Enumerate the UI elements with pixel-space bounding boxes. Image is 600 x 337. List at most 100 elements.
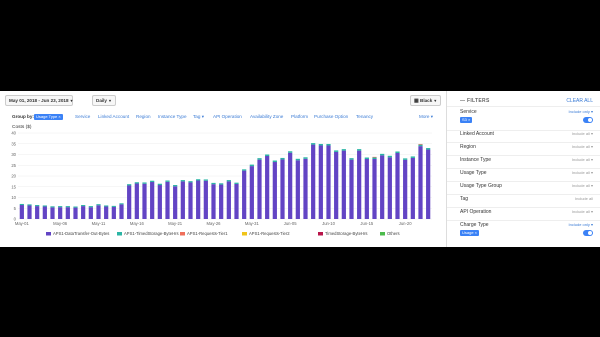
bar-segment <box>234 182 239 184</box>
group-by-selected[interactable]: Usage Type × <box>34 114 63 120</box>
filter-tag[interactable]: Usage × <box>460 230 480 236</box>
bar-segment <box>226 180 231 182</box>
filter-charge-type[interactable]: Charge Type Include only ▾ Usage × <box>460 222 593 244</box>
legend-swatch <box>46 232 51 236</box>
bar-segment <box>280 159 285 219</box>
group-by-tag[interactable]: Tag ▾ <box>193 112 204 122</box>
filter-tag[interactable]: Tag Include all <box>460 196 593 206</box>
bar-segment <box>349 159 354 219</box>
bar-segment <box>242 169 247 171</box>
filter-tag-label: Usage <box>462 230 474 235</box>
filter-mode-select[interactable]: Include only ▾ <box>569 222 593 227</box>
group-by-purchase-option[interactable]: Purchase Option <box>314 112 348 122</box>
group-by-more-label: More <box>419 114 430 119</box>
bar-segment <box>73 207 78 219</box>
date-range-picker[interactable]: May 01, 2018 - Jun 23, 2018 ▾ <box>5 95 73 106</box>
bar-segment <box>150 180 155 183</box>
bar-segment <box>111 205 116 207</box>
filter-usage-type[interactable]: Usage Type Include all ▾ <box>460 170 593 180</box>
bar-segment <box>150 182 155 219</box>
cost-explorer-window: May 01, 2018 - Jun 23, 2018 ▾ Daily ▾ ▦ Bl… <box>0 91 600 247</box>
bar-segment <box>272 160 277 163</box>
bar-segment <box>188 181 193 183</box>
filter-apply-toggle[interactable] <box>583 230 593 236</box>
bar-segment <box>111 206 116 219</box>
filter-mode-select[interactable]: Include all ▾ <box>572 157 593 162</box>
group-by-linked-account[interactable]: Linked Account <box>98 112 129 122</box>
filter-mode-select[interactable]: Include all ▾ <box>572 183 593 188</box>
granularity-select[interactable]: Daily ▾ <box>92 95 116 106</box>
filter-tag[interactable]: S3 × <box>460 117 473 123</box>
filter-label: Charge Type <box>460 222 489 228</box>
x-tick-label: May-21 <box>168 221 183 226</box>
filter-mode-select[interactable]: Include all <box>575 196 593 201</box>
y-tick-label: 5 <box>14 206 17 211</box>
y-tick-label: 25 <box>11 163 16 168</box>
y-tick-label: 10 <box>11 195 16 200</box>
bar-segment <box>142 182 147 184</box>
group-by-tag-label: Tag <box>193 114 201 119</box>
group-by-region[interactable]: Region <box>136 112 151 122</box>
bar-segment <box>157 185 162 219</box>
filter-apply-toggle[interactable] <box>583 117 593 123</box>
bar-segment <box>426 148 431 150</box>
bar-segment <box>403 159 408 219</box>
collapse-icon[interactable]: — <box>460 98 465 104</box>
x-tick-label: May-31 <box>245 221 260 226</box>
filters-header: — FILTERS CLEAR ALL <box>460 96 593 106</box>
divider <box>447 106 600 107</box>
group-by-api-operation[interactable]: API Operation <box>213 112 242 122</box>
filter-mode-value: Include all <box>571 183 590 188</box>
y-tick-label: 15 <box>11 184 16 189</box>
bar-segment <box>50 207 55 219</box>
y-tick-label: 35 <box>11 141 16 146</box>
bar-segment <box>211 184 216 219</box>
bar-segment <box>119 204 124 219</box>
x-tick-label: May-01 <box>15 221 30 226</box>
bar-segment <box>257 159 262 219</box>
bar-segment <box>341 150 346 219</box>
chart-style-select[interactable]: ▦ Black ▾ <box>410 95 441 106</box>
clear-all-link[interactable]: CLEAR ALL <box>566 96 593 106</box>
filter-mode-select[interactable]: Include only ▾ <box>569 109 593 114</box>
bar-segment <box>311 144 316 219</box>
group-by-more[interactable]: More ▾ <box>419 112 433 122</box>
bar-segment <box>311 143 316 145</box>
filter-api-operation[interactable]: API Operation Include all ▾ <box>460 209 593 219</box>
filters-title-label: FILTERS <box>467 98 490 104</box>
bar-segment <box>104 205 109 207</box>
filter-label: Usage Type Group <box>460 183 502 189</box>
filter-tag-label: S3 <box>462 117 467 122</box>
bar-segment <box>395 151 400 153</box>
cost-bar-chart: Costs ($)0510152025303540May-01 May-06 May… <box>11 124 432 236</box>
filter-mode-value: Include all <box>571 209 590 214</box>
filter-mode-select[interactable]: Include all ▾ <box>572 170 593 175</box>
bar-segment <box>165 181 170 219</box>
filter-service[interactable]: Service Include only ▾ S3 × <box>460 109 593 131</box>
group-by-selected-label: Usage Type <box>36 114 58 119</box>
divider <box>447 220 600 221</box>
divider <box>447 168 600 169</box>
bar-segment <box>372 159 377 219</box>
filter-linked-account[interactable]: Linked Account Include all ▾ <box>460 131 593 141</box>
group-by-availability-zone[interactable]: Availability Zone <box>250 112 283 122</box>
filter-region[interactable]: Region Include all ▾ <box>460 144 593 154</box>
filter-mode-select[interactable]: Include all ▾ <box>572 131 593 136</box>
filter-usage-type-group[interactable]: Usage Type Group Include all ▾ <box>460 183 593 193</box>
bar-segment <box>303 158 308 219</box>
close-icon[interactable]: × <box>58 114 60 119</box>
bar-segment <box>288 152 293 219</box>
bar-segment <box>426 149 431 219</box>
group-by-platform[interactable]: Platform <box>291 112 308 122</box>
filter-mode-select[interactable]: Include all ▾ <box>572 144 593 149</box>
group-by-service[interactable]: Service <box>75 112 90 122</box>
filter-mode-select[interactable]: Include all ▾ <box>572 209 593 214</box>
filter-mode-value: Include all <box>571 157 590 162</box>
filter-instance-type[interactable]: Instance Type Include all ▾ <box>460 157 593 167</box>
chart-style-value: Black <box>420 98 433 103</box>
group-by-instance-type[interactable]: Instance Type <box>158 112 187 122</box>
y-tick-label: 20 <box>11 174 16 179</box>
divider <box>447 142 600 143</box>
bar-segment <box>357 150 362 219</box>
group-by-tenancy[interactable]: Tenancy <box>356 112 373 122</box>
